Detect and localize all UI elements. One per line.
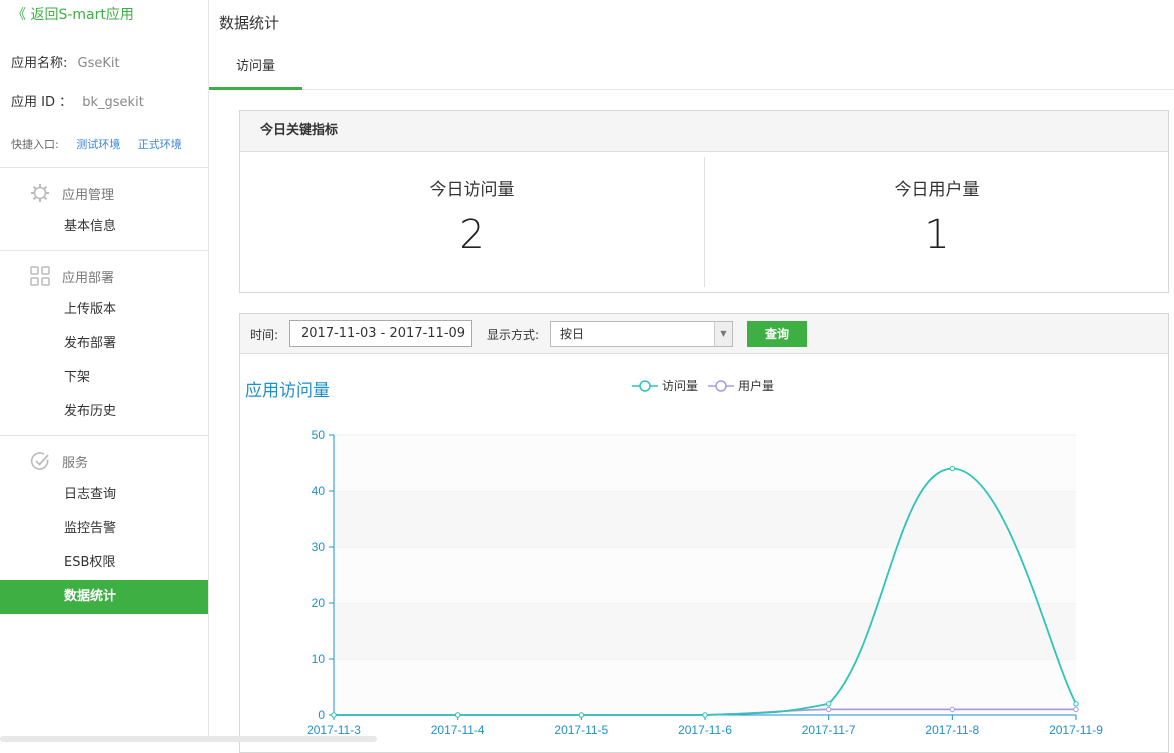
series-visits-point xyxy=(454,712,461,718)
page-title: 数据统计 xyxy=(219,14,280,32)
app-name-label: 应用名称: xyxy=(11,56,68,71)
series-users-point xyxy=(1073,706,1079,713)
line-chart: 0 10 20 30 40 50 2017-11-3 2017-11-4 2017-11-5 20… xyxy=(307,428,1103,737)
group-title-label: 应用部署 xyxy=(62,270,115,286)
grid-band xyxy=(334,547,1076,603)
divider xyxy=(0,167,208,168)
metric-visits-label: 今日访问量 xyxy=(429,180,515,200)
nav-item-release-history[interactable]: 发布历史 xyxy=(0,395,208,429)
metric-users: 今日用户量 1 xyxy=(705,157,1169,258)
y-tick-label: 20 xyxy=(312,596,326,610)
series-users-point xyxy=(825,706,832,713)
x-tick-label: 2017-11-6 xyxy=(678,723,732,737)
group-app-management: 应用管理 xyxy=(30,183,114,203)
app-id-label: 应用 ID ： xyxy=(11,95,73,110)
grid-band xyxy=(334,435,1076,491)
y-tick-label: 10 xyxy=(312,652,326,666)
nav-item-release-deploy[interactable]: 发布部署 xyxy=(0,327,208,361)
divider xyxy=(0,435,208,436)
series-visits-point xyxy=(702,712,708,718)
series-visits-point xyxy=(578,712,585,718)
series-visits-point xyxy=(825,701,832,707)
metric-users-label: 今日用户量 xyxy=(894,180,980,200)
nav-item-upload-version[interactable]: 上传版本 xyxy=(0,293,208,327)
nav-item-log-query[interactable]: 日志查询 xyxy=(0,478,208,512)
chart-panel: 时间: 2017-11-03 - 2017-11-09 显示方式: 按日 ▼ 查… xyxy=(239,313,1169,753)
app-id-value: bk_gsekit xyxy=(82,95,144,110)
chevron-down-icon[interactable]: ▼ xyxy=(714,322,732,346)
legend-visits[interactable]: 访问量 xyxy=(632,377,698,394)
grid-band xyxy=(334,659,1076,715)
chart-title: 应用访问量 xyxy=(245,381,330,401)
group-title-label: 应用管理 xyxy=(62,187,115,203)
nav-item-monitor-alarm[interactable]: 监控告警 xyxy=(0,512,208,546)
group-title-label: 服务 xyxy=(62,455,89,471)
y-tick-label: 30 xyxy=(312,540,326,554)
y-tick-label: 40 xyxy=(312,484,326,498)
metric-visits: 今日访问量 2 xyxy=(240,157,704,258)
grid-icon xyxy=(30,266,50,286)
nav-item-data-stats[interactable]: 数据统计 xyxy=(0,580,208,614)
nav-item-offline[interactable]: 下架 xyxy=(0,361,208,395)
grid-band xyxy=(334,603,1076,659)
prod-env-link[interactable]: 正式环境 xyxy=(138,138,182,151)
series-visits-point xyxy=(1073,701,1079,707)
x-tick-label: 2017-11-8 xyxy=(925,723,979,737)
display-mode-value: 按日 xyxy=(560,327,585,341)
time-label: 时间: xyxy=(250,328,279,342)
key-metrics-title: 今日关键指标 xyxy=(240,111,1168,152)
nav-item-basic-info[interactable]: 基本信息 xyxy=(0,210,208,244)
app-id-row: 应用 ID ： bk_gsekit xyxy=(11,91,144,110)
quick-entry-label: 快捷入口: xyxy=(11,138,59,151)
sidebar: 《 返回S-mart应用 应用名称: GseKit 应用 ID ： bk_gse… xyxy=(0,0,209,742)
legend-users-label: 用户量 xyxy=(738,379,775,393)
test-env-link[interactable]: 测试环境 xyxy=(76,138,120,151)
group-app-deploy: 应用部署 xyxy=(30,266,114,286)
series-visits-point xyxy=(331,712,337,718)
filter-toolbar: 时间: 2017-11-03 - 2017-11-09 显示方式: 按日 ▼ 查… xyxy=(240,314,1168,354)
horizontal-scrollbar[interactable] xyxy=(0,736,377,742)
x-tick-label: 2017-11-5 xyxy=(554,723,608,737)
quick-entry-row: 快捷入口: 测试环境 正式环境 xyxy=(11,136,182,152)
x-tick-label: 2017-11-3 xyxy=(307,723,361,737)
y-tick-label: 0 xyxy=(318,708,325,722)
app-name-value: GseKit xyxy=(77,56,120,71)
legend-visits-marker xyxy=(632,379,658,392)
group-services: 服务 xyxy=(30,451,88,471)
nav-item-esb-permission[interactable]: ESB权限 xyxy=(0,546,208,580)
y-tick-label: 50 xyxy=(312,428,326,442)
gear-icon xyxy=(31,184,49,202)
x-tick-label: 2017-11-4 xyxy=(431,723,485,737)
query-button[interactable]: 查询 xyxy=(747,321,807,347)
metric-users-value: 1 xyxy=(924,212,950,258)
series-visits-point xyxy=(949,465,956,472)
metric-visits-value: 2 xyxy=(459,212,485,258)
tab-visits[interactable]: 访问量 xyxy=(209,48,302,90)
divider xyxy=(0,250,208,251)
x-tick-label: 2017-11-7 xyxy=(802,723,856,737)
back-to-smart-link[interactable]: 《 返回S-mart应用 xyxy=(12,4,134,24)
legend-users[interactable]: 用户量 xyxy=(708,377,774,394)
date-range-input[interactable]: 2017-11-03 - 2017-11-09 xyxy=(289,320,472,347)
legend-users-marker xyxy=(708,379,735,392)
x-tick-label: 2017-11-9 xyxy=(1049,723,1103,737)
display-mode-label: 显示方式: xyxy=(487,328,540,342)
legend-visits-label: 访问量 xyxy=(662,379,699,393)
grid-band xyxy=(334,491,1076,547)
app-name-row: 应用名称: GseKit xyxy=(11,52,120,71)
chart-legend: 访问量 用户量 xyxy=(632,377,784,394)
key-metrics-panel: 今日关键指标 今日访问量 2 今日用户量 1 xyxy=(239,110,1169,293)
check-circle-icon xyxy=(30,452,49,470)
series-users-point xyxy=(949,706,956,713)
tab-bar: 访问量 xyxy=(209,48,1174,90)
display-mode-select[interactable]: 按日 ▼ xyxy=(550,321,733,347)
